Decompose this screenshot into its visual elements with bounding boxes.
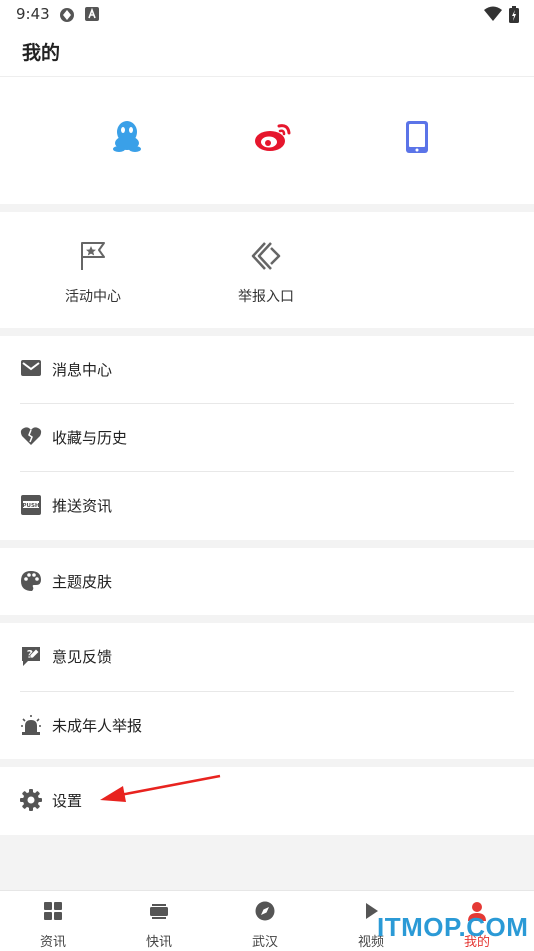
palette-icon [21, 571, 41, 591]
menu-item-label: 主题皮肤 [52, 573, 113, 591]
menu-item-minor-report[interactable]: 未成年人举报 [0, 692, 534, 759]
gear-icon [20, 789, 42, 811]
menu-item-label: 推送资讯 [52, 497, 113, 515]
menu-item-theme[interactable]: 主题皮肤 [0, 548, 534, 615]
menu-item-favorites[interactable]: 收藏与历史 [0, 404, 534, 471]
alarm-light-icon [21, 715, 41, 735]
wifi-icon [484, 6, 502, 21]
mail-icon [21, 360, 41, 376]
login-options [0, 77, 534, 204]
menu-item-push[interactable]: PUSH 推送资讯 [0, 472, 534, 539]
a-badge-icon [85, 7, 99, 21]
report-entry-label: 举报入口 [238, 289, 294, 305]
menu-item-label: 未成年人举报 [52, 717, 143, 735]
tab-label: 快讯 [145, 935, 172, 950]
activity-center-button[interactable]: 活动中心 [33, 240, 153, 306]
tab-wuhan[interactable]: 武汉 [212, 891, 318, 951]
tab-label: 武汉 [251, 935, 278, 950]
activity-center-label: 活动中心 [65, 289, 121, 305]
quick-entries: 活动中心 举报入口 [0, 212, 534, 328]
menu-group-feedback: ? 意见反馈 未成年人举报 [0, 623, 534, 759]
status-bar: 9:43 [0, 0, 534, 28]
menu-item-feedback[interactable]: ? 意见反馈 [0, 623, 534, 690]
tab-news[interactable]: 资讯 [0, 891, 106, 951]
menu-item-label: 意见反馈 [52, 648, 113, 666]
status-time: 9:43 [16, 5, 50, 23]
feedback-icon: ? [22, 647, 40, 666]
report-arrows-icon [251, 242, 281, 270]
weibo-icon[interactable] [253, 120, 293, 154]
compass-icon [255, 901, 275, 921]
flag-star-icon [81, 242, 105, 270]
menu-item-messages[interactable]: 消息中心 [0, 336, 534, 403]
push-icon: PUSH [21, 495, 41, 515]
report-entry-button[interactable]: 举报入口 [206, 240, 326, 306]
phone-icon[interactable] [405, 120, 429, 154]
stack-icon [150, 904, 168, 919]
watermark: ITMOP.COM [377, 912, 529, 942]
battery-icon [509, 6, 519, 23]
heart-icon [20, 427, 42, 445]
page-title: 我的 [22, 42, 61, 64]
menu-item-label: 设置 [52, 792, 83, 810]
menu-item-label: 收藏与历史 [52, 429, 128, 447]
svg-text:PUSH: PUSH [22, 503, 39, 509]
menu-group-settings: 设置 [0, 767, 534, 835]
page-header: 我的 [0, 28, 534, 77]
menu-group-theme: 主题皮肤 [0, 548, 534, 615]
menu-item-settings[interactable]: 设置 [0, 767, 534, 834]
menu-group-main: 消息中心 收藏与历史 PUSH 推送资讯 [0, 336, 534, 540]
tab-flash[interactable]: 快讯 [106, 891, 212, 951]
sync-icon [60, 8, 74, 22]
menu-item-label: 消息中心 [52, 361, 113, 379]
grid-icon [44, 902, 62, 920]
tab-label: 资讯 [39, 935, 66, 950]
qq-icon[interactable] [112, 120, 142, 152]
